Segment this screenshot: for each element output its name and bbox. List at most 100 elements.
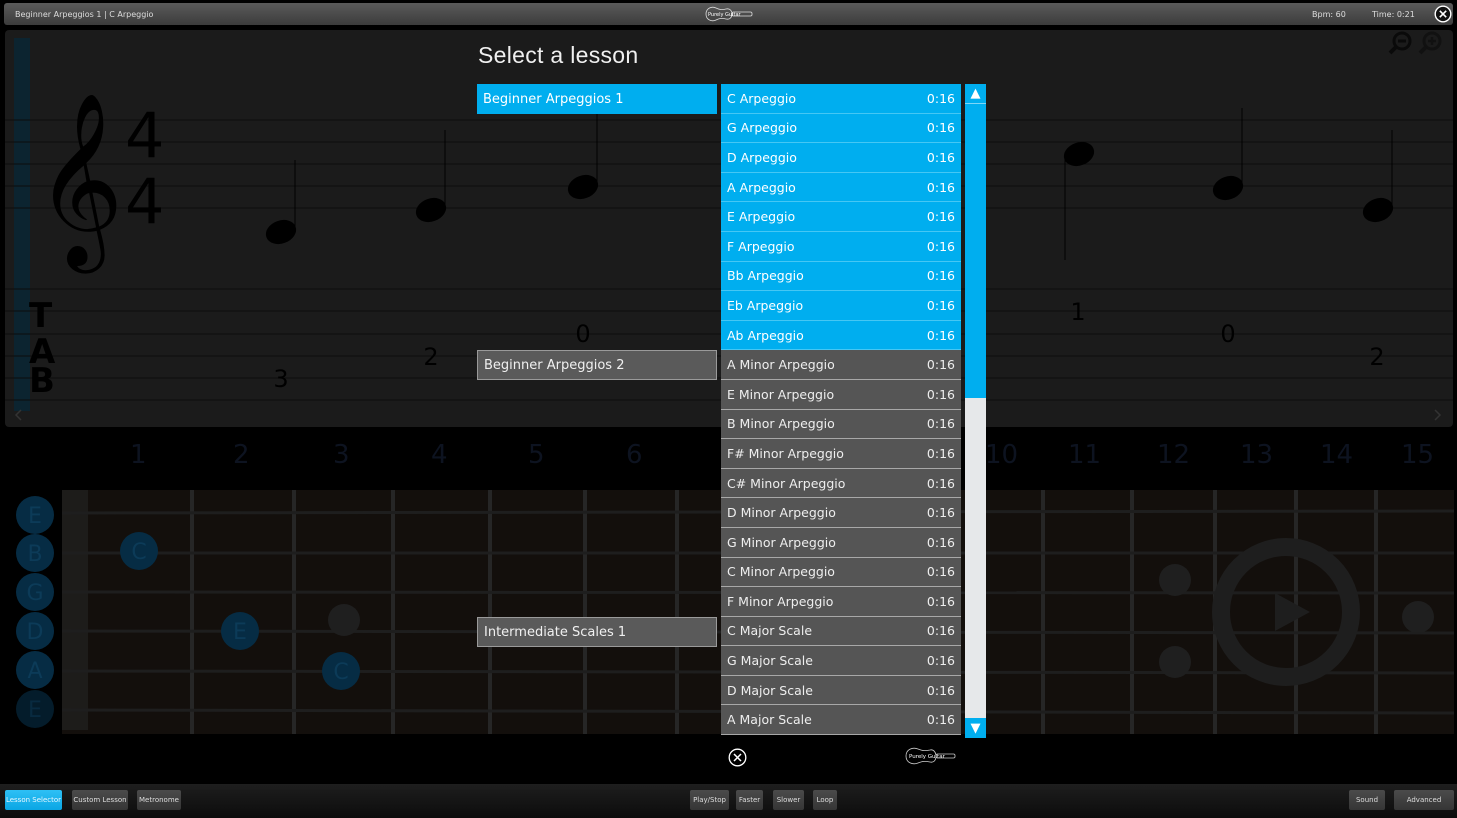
category-label: Beginner Arpeggios 1 <box>483 91 624 107</box>
close-modal-icon[interactable] <box>728 748 747 767</box>
lesson-row[interactable]: Bb Arpeggio 0:16 <box>721 261 961 292</box>
lesson-duration: 0:16 <box>926 209 955 225</box>
category-label: Intermediate Scales 1 <box>484 624 627 640</box>
lesson-duration: 0:16 <box>926 475 955 491</box>
lesson-row[interactable]: D Minor Arpeggio 0:16 <box>721 498 961 528</box>
zoom-out-icon[interactable] <box>1387 30 1413 56</box>
lesson-name: Ab Arpeggio <box>727 327 804 343</box>
metronome-button[interactable]: Metronome <box>137 790 181 810</box>
lesson-name: F Arpeggio <box>727 238 795 254</box>
loop-button[interactable]: Loop <box>813 790 837 810</box>
lesson-row[interactable]: G Arpeggio 0:16 <box>721 113 961 144</box>
lesson-row[interactable]: C# Minor Arpeggio 0:16 <box>721 468 961 499</box>
fret-number: 2 <box>233 440 250 470</box>
lesson-row[interactable]: E Minor Arpeggio 0:16 <box>721 379 961 410</box>
category-intermediate-scales-1[interactable]: Intermediate Scales 1 <box>477 617 717 647</box>
lesson-row[interactable]: E Arpeggio 0:16 <box>721 202 961 232</box>
category-label: Beginner Arpeggios 2 <box>484 357 625 373</box>
tab-number: 2 <box>423 343 438 371</box>
lesson-row[interactable]: D Major Scale 0:16 <box>721 675 961 706</box>
lesson-name: F# Minor Arpeggio <box>727 445 844 461</box>
tab-number: 3 <box>273 365 288 393</box>
faster-button[interactable]: Faster <box>736 790 763 810</box>
lesson-name: G Minor Arpeggio <box>727 534 836 550</box>
fret-number: 11 <box>1068 440 1102 470</box>
fret-number: 3 <box>333 440 350 470</box>
svg-text:C: C <box>333 660 348 685</box>
note-head <box>567 174 599 200</box>
note-marker: C <box>120 532 158 570</box>
note-head <box>1063 141 1095 167</box>
lesson-scrollbar[interactable]: ▲ ▼ <box>965 84 986 738</box>
lesson-row[interactable]: F Arpeggio 0:16 <box>721 231 961 262</box>
lesson-row[interactable]: F# Minor Arpeggio 0:16 <box>721 439 961 469</box>
lesson-name: Eb Arpeggio <box>727 297 804 313</box>
play-stop-button[interactable]: Play/Stop <box>690 790 729 810</box>
lesson-row[interactable]: C Major Scale 0:16 <box>721 616 961 647</box>
svg-text:D: D <box>27 620 44 645</box>
lesson-name: Bb Arpeggio <box>727 268 804 284</box>
fret-number: 15 <box>1401 440 1435 470</box>
svg-text:B: B <box>27 542 42 567</box>
lesson-duration: 0:16 <box>926 386 955 402</box>
lesson-row[interactable]: C Minor Arpeggio 0:16 <box>721 557 961 588</box>
tab-label-t: T <box>29 296 53 336</box>
close-icon[interactable] <box>1434 5 1452 23</box>
lesson-row[interactable]: A Minor Arpeggio 0:16 <box>721 350 961 380</box>
lesson-duration: 0:16 <box>926 120 955 136</box>
fret-number: 12 <box>1157 440 1191 470</box>
lesson-row[interactable]: D Arpeggio 0:16 <box>721 143 961 173</box>
fret-number: 5 <box>528 440 545 470</box>
lesson-duration: 0:16 <box>926 238 955 254</box>
category-beginner-arpeggios-2[interactable]: Beginner Arpeggios 2 <box>477 350 717 380</box>
sound-button[interactable]: Sound <box>1349 790 1385 810</box>
lesson-duration: 0:16 <box>926 179 955 195</box>
lesson-name: C# Minor Arpeggio <box>727 475 846 491</box>
custom-lesson-button[interactable]: Custom Lesson <box>72 790 128 810</box>
lesson-duration: 0:16 <box>926 357 955 373</box>
svg-text:E: E <box>233 620 247 645</box>
scroll-left-icon <box>14 409 22 421</box>
scrollbar-thumb[interactable] <box>965 84 986 398</box>
lesson-name: C Minor Arpeggio <box>727 564 835 580</box>
slower-button[interactable]: Slower <box>773 790 804 810</box>
fret-number: 1 <box>130 440 147 470</box>
lesson-name: C Arpeggio <box>727 90 797 106</box>
svg-text:C: C <box>131 540 146 565</box>
open-string-e-high: E <box>16 496 54 534</box>
lesson-row[interactable]: A Arpeggio 0:16 <box>721 172 961 203</box>
svg-text:E: E <box>28 698 42 723</box>
svg-text:A: A <box>27 659 42 684</box>
app-root: Beginner Arpeggios 1 | C Arpeggio Purely… <box>0 0 1457 818</box>
purely-guitar-logo-icon: Purely Guitar <box>705 6 753 22</box>
fret-number: 10 <box>985 440 1019 470</box>
lesson-row[interactable]: Ab Arpeggio 0:16 <box>721 320 961 351</box>
zoom-in-icon[interactable] <box>1417 30 1443 56</box>
lesson-list: C Arpeggio 0:16 G Arpeggio 0:16 D Arpeggio 0:… <box>721 84 961 738</box>
time-signature-top: 4 <box>125 99 164 172</box>
lesson-duration: 0:16 <box>926 593 955 609</box>
note-head <box>1212 175 1244 201</box>
lesson-name: A Minor Arpeggio <box>727 357 835 373</box>
scroll-up-button[interactable]: ▲ <box>965 84 986 104</box>
lesson-selector-button[interactable]: Lesson Selector <box>5 790 62 810</box>
lesson-row[interactable]: A Major Scale 0:16 <box>721 705 961 736</box>
lesson-name: A Major Scale <box>727 712 812 728</box>
lesson-duration: 0:16 <box>926 297 955 313</box>
fret-number: 4 <box>431 440 448 470</box>
svg-text:Purely Guitar: Purely Guitar <box>909 754 946 760</box>
advanced-button[interactable]: Advanced <box>1394 790 1454 810</box>
lesson-row[interactable]: B Minor Arpeggio 0:16 <box>721 409 961 440</box>
lesson-row[interactable]: G Major Scale 0:16 <box>721 646 961 676</box>
scroll-right-icon <box>1434 409 1442 421</box>
fret-number: 6 <box>626 440 643 470</box>
lesson-row[interactable]: G Minor Arpeggio 0:16 <box>721 527 961 558</box>
lesson-duration: 0:16 <box>926 564 955 580</box>
tab-number: 2 <box>1369 343 1384 371</box>
nut <box>62 490 88 730</box>
category-beginner-arpeggios-1[interactable]: Beginner Arpeggios 1 <box>477 84 717 114</box>
lesson-row[interactable]: F Minor Arpeggio 0:16 <box>721 587 961 617</box>
scroll-down-button[interactable]: ▼ <box>965 718 986 738</box>
lesson-row[interactable]: Eb Arpeggio 0:16 <box>721 291 961 321</box>
lesson-row[interactable]: C Arpeggio 0:16 <box>721 84 961 114</box>
